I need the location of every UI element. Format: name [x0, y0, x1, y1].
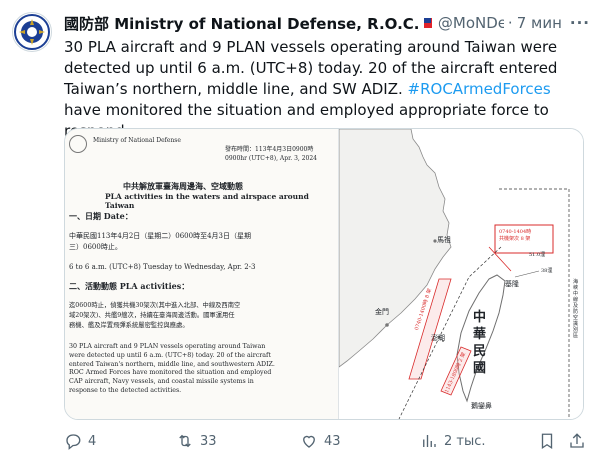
tweet-time[interactable]: 7 мин — [517, 14, 562, 32]
doc-section2-en: 30 PLA aircraft and 9 PLAN vessels opera… — [69, 343, 275, 394]
doc-section2-heading: 二、活動動態 PLA activities： — [69, 281, 190, 291]
avatar[interactable] — [12, 12, 52, 52]
map-nm-label-2: 38浬 — [541, 268, 553, 274]
map-side-text: 海峽中線及防空識別區 — [573, 279, 579, 339]
more-options-button[interactable]: ··· — [562, 14, 590, 32]
map-nm-label-1: 51.0浬 — [529, 252, 546, 258]
retweet-icon — [179, 434, 191, 448]
author-handle[interactable]: @MoNDefense — [438, 14, 504, 32]
separator-dot: · — [507, 14, 513, 32]
ministry-emblem-icon — [14, 14, 50, 50]
retweet-count: 33 — [200, 433, 217, 449]
reply-count: 4 — [88, 433, 97, 449]
ministry-seal-icon — [69, 135, 87, 153]
bookmark-icon — [541, 433, 553, 450]
hashtag-link[interactable]: #ROCArmedForces — [408, 80, 551, 98]
doc-title-zh: 中共解放軍臺海周邊海、空域動態 — [123, 181, 243, 191]
map-label-keelung: 基隆 — [505, 280, 519, 288]
doc-section1-en: 6 to 6 a.m. (UTC+8) Tuesday to Wednesday… — [69, 263, 256, 271]
activity-map: 馬祖 金門 澎湖 基隆 中華民國 鵝鑾鼻 0740-1404時 共機架次 8 架… — [338, 129, 583, 419]
bookmark-button[interactable] — [538, 432, 556, 450]
doc-section1-zh: 中華民國113年4月2日（星期二）0600時至4月3日（星期 三）0600時止。 — [69, 232, 251, 251]
taiwan-flag-icon — [423, 18, 432, 28]
doc-section1-heading: 一、日期 Date： — [69, 211, 133, 221]
doc-section2-zh: 迄0600時止，偵獲共機30架次(其中進入北部、中線及西南空 域20架次)、共艦… — [69, 302, 241, 329]
map-label-taiwan: 中華民國 — [473, 310, 487, 376]
tweet-media-image[interactable]: Ministry of National Defense 發布時間：113年4月… — [64, 128, 584, 420]
doc-ministry: Ministry of National Defense — [93, 137, 181, 144]
map-label-penghu: 澎湖 — [431, 334, 445, 342]
heart-icon — [303, 435, 315, 448]
doc-title-en: PLA activities in the waters and airspac… — [105, 192, 309, 210]
map-label-matsu: 馬祖 — [437, 236, 451, 244]
reply-icon — [66, 434, 81, 450]
press-release-document: Ministry of National Defense 發布時間：113年4月… — [65, 129, 338, 419]
tweet-header: 國防部 Ministry of National Defense, R.O.C.… — [64, 12, 590, 34]
views-count: 2 тыс. — [444, 433, 486, 449]
views-button[interactable]: 2 тыс. — [420, 432, 486, 450]
map-label-eluanbi: 鵝鑾鼻 — [471, 402, 492, 410]
share-icon — [570, 433, 584, 448]
doc-release-time: 發布時間：113年4月3日0900時 0900hr (UTC+8), Apr. … — [225, 146, 317, 162]
tweet-text: 30 PLA aircraft and 9 PLAN vessels opera… — [64, 37, 584, 142]
adiz-boundary-line — [499, 188, 570, 419]
map-box1-text: 0740-1404時 共機架次 8 架 — [499, 229, 532, 242]
retweet-button[interactable]: 33 — [176, 432, 217, 450]
map-graphic — [338, 129, 570, 419]
tweet-actions: 4 33 43 2 тыс. — [64, 432, 594, 452]
author-name[interactable]: 國防部 Ministry of National Defense, R.O.C. — [64, 13, 420, 34]
like-count: 43 — [324, 433, 341, 449]
map-label-kinmen: 金門 — [375, 308, 389, 316]
reply-button[interactable]: 4 — [64, 432, 96, 450]
like-button[interactable]: 43 — [300, 432, 341, 450]
views-chart-icon — [423, 435, 436, 447]
share-button[interactable] — [568, 432, 586, 450]
